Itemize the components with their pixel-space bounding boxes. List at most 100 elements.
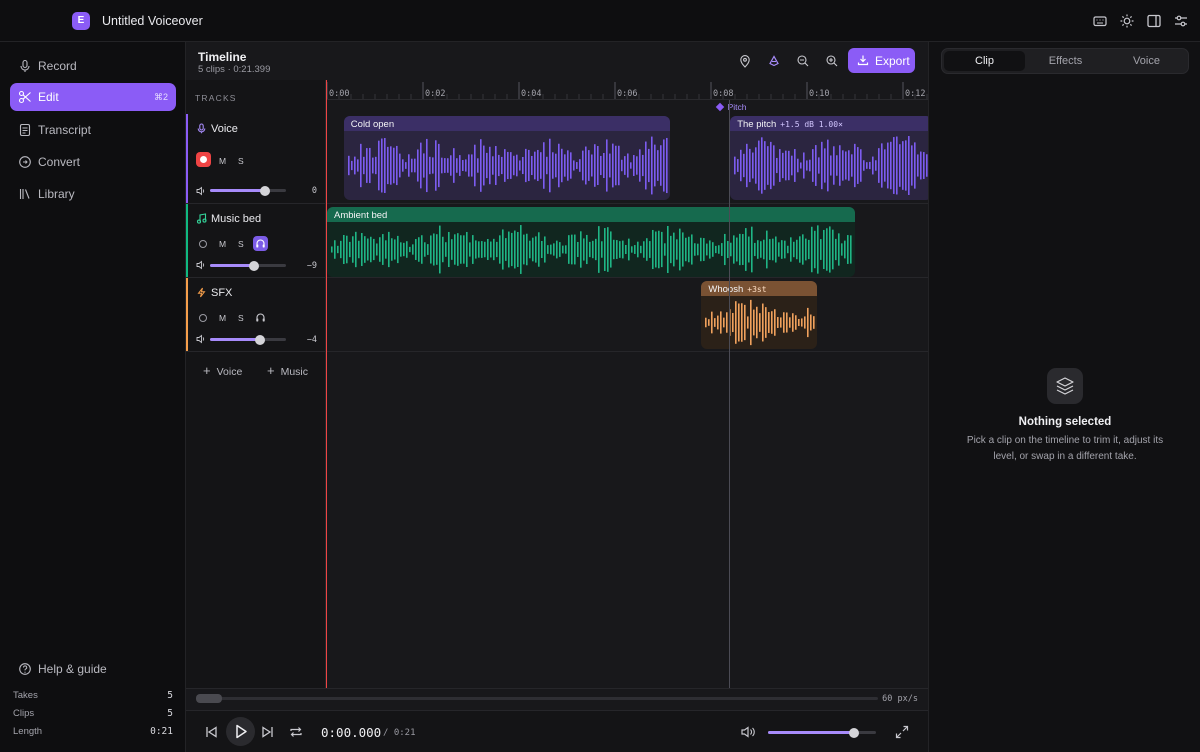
horizontal-scrollbar[interactable] <box>196 694 878 703</box>
keyboard-icon[interactable] <box>1091 12 1109 30</box>
play-button[interactable] <box>226 717 255 746</box>
add-marker-icon[interactable] <box>738 54 752 68</box>
waveform-bar <box>744 304 746 341</box>
track-volume-slider[interactable] <box>210 185 286 196</box>
master-volume-slider[interactable] <box>768 727 876 738</box>
sidebar-item-library[interactable]: Library <box>10 180 176 208</box>
waveform-bar <box>380 138 383 193</box>
waveform-bar <box>526 233 528 266</box>
waveform-bar <box>536 149 539 182</box>
waveform-bar <box>794 149 796 182</box>
snap-icon[interactable] <box>767 54 781 68</box>
sidebar-item-convert[interactable]: Convert <box>10 148 176 176</box>
solo-button[interactable]: S <box>238 239 244 249</box>
waveform <box>347 136 668 195</box>
timeline-title: Timeline <box>198 50 247 64</box>
add-music-track-button[interactable]: + Music <box>267 363 308 378</box>
sidebar-item-edit[interactable]: Edit ⌘2 <box>10 83 176 111</box>
pitch-marker[interactable]: Pitch <box>715 102 747 112</box>
waveform-bar <box>838 233 840 266</box>
waveform-bar <box>697 243 699 256</box>
waveform-bar <box>409 246 411 253</box>
monitor-button[interactable] <box>253 310 268 325</box>
waveform-bar <box>734 156 736 175</box>
speaker-icon[interactable] <box>739 723 757 741</box>
track-header-voice: Voice M S 0 <box>186 114 326 204</box>
clip-cold-open[interactable]: Cold open <box>343 116 671 200</box>
scroll-thumb[interactable] <box>196 694 222 703</box>
solo-button[interactable]: S <box>238 313 244 323</box>
time-ruler[interactable]: 0:00 0:02 0:04 0:06 0:08 0:10 0:12 <box>326 80 928 100</box>
lane-sfx[interactable] <box>326 278 928 352</box>
waveform-bar <box>508 231 510 268</box>
mute-button[interactable]: M <box>219 313 226 323</box>
waveform-bar <box>569 152 572 179</box>
clip-tag: +1.5 dB 1.00× <box>780 120 843 129</box>
slider-knob[interactable] <box>255 334 266 345</box>
sun-icon[interactable] <box>1118 12 1136 30</box>
waveform-bar <box>818 157 820 174</box>
waveform-bar <box>738 303 740 342</box>
waveform-bar <box>890 141 892 190</box>
fullscreen-icon[interactable] <box>893 723 911 741</box>
clip-name: Ambient bed <box>334 210 388 221</box>
skip-back-icon[interactable] <box>202 723 220 741</box>
add-voice-track-button[interactable]: + Voice <box>203 363 242 378</box>
sidebar-item-transcript[interactable]: Transcript <box>10 116 176 144</box>
record-arm-button[interactable] <box>196 152 211 167</box>
waveform-bar <box>869 161 871 170</box>
tab-effects[interactable]: Effects <box>1025 51 1106 71</box>
waveform-bar <box>781 240 783 259</box>
tab-clip[interactable]: Clip <box>944 51 1025 71</box>
project-title[interactable]: Untitled Voiceover <box>102 14 203 28</box>
timeline-lanes[interactable]: 0:00 0:02 0:04 0:06 0:08 0:10 0:12 Pitch Cold … <box>326 80 928 688</box>
track-volume-slider[interactable] <box>210 260 286 271</box>
waveform-bar <box>620 159 623 172</box>
waveform-bar <box>801 318 803 327</box>
waveform-bar <box>434 140 437 191</box>
slider-knob[interactable] <box>259 185 270 196</box>
track-header-music-bed: Music bed M S −9 <box>186 204 326 278</box>
track-volume-slider[interactable] <box>210 334 286 345</box>
export-button[interactable]: Export <box>848 48 915 73</box>
zoom-out-icon[interactable] <box>796 54 810 68</box>
waveform-bar <box>745 228 747 271</box>
waveform-bar <box>611 143 614 188</box>
waveform-bar <box>718 245 720 254</box>
waveform-bar <box>884 149 886 182</box>
waveform-bar <box>753 309 755 336</box>
waveform-bar <box>857 147 859 184</box>
record-arm-button[interactable] <box>199 240 207 248</box>
waveform-bar <box>785 150 787 181</box>
monitor-button[interactable] <box>253 236 268 251</box>
solo-button[interactable]: S <box>238 156 244 166</box>
slider-knob[interactable] <box>249 260 260 271</box>
loop-icon[interactable] <box>287 723 305 741</box>
waveform-bar <box>574 234 576 265</box>
clip-the-pitch[interactable]: The pitch +1.5 dB 1.00× <box>730 116 928 200</box>
record-arm-button[interactable] <box>199 314 207 322</box>
panel-toggle-icon[interactable] <box>1145 12 1163 30</box>
clip-whoosh[interactable]: Whoosh +3st <box>701 281 817 349</box>
clip-ambient-bed[interactable]: Ambient bed <box>327 207 855 277</box>
sidebar-item-record[interactable]: Record <box>10 52 176 80</box>
waveform-bar <box>452 148 455 183</box>
skip-forward-icon[interactable] <box>259 723 277 741</box>
clip-label: The pitch +1.5 dB 1.00× <box>737 119 843 130</box>
waveform-bar <box>740 149 742 182</box>
tab-voice[interactable]: Voice <box>1106 51 1187 71</box>
settings-sliders-icon[interactable] <box>1172 12 1190 30</box>
help-icon <box>19 663 31 675</box>
mute-button[interactable]: M <box>219 239 226 249</box>
waveform-bar <box>765 307 767 338</box>
waveform-bar <box>521 156 524 175</box>
mute-button[interactable]: M <box>219 156 226 166</box>
slider-knob[interactable] <box>849 727 860 738</box>
help-guide-link[interactable]: Help & guide <box>10 655 176 683</box>
zoom-in-icon[interactable] <box>825 54 839 68</box>
waveform-bar <box>403 242 405 257</box>
waveform-bar <box>517 232 519 267</box>
waveform-bar <box>364 236 366 263</box>
layers-icon <box>1056 377 1074 395</box>
playhead[interactable] <box>326 80 327 688</box>
